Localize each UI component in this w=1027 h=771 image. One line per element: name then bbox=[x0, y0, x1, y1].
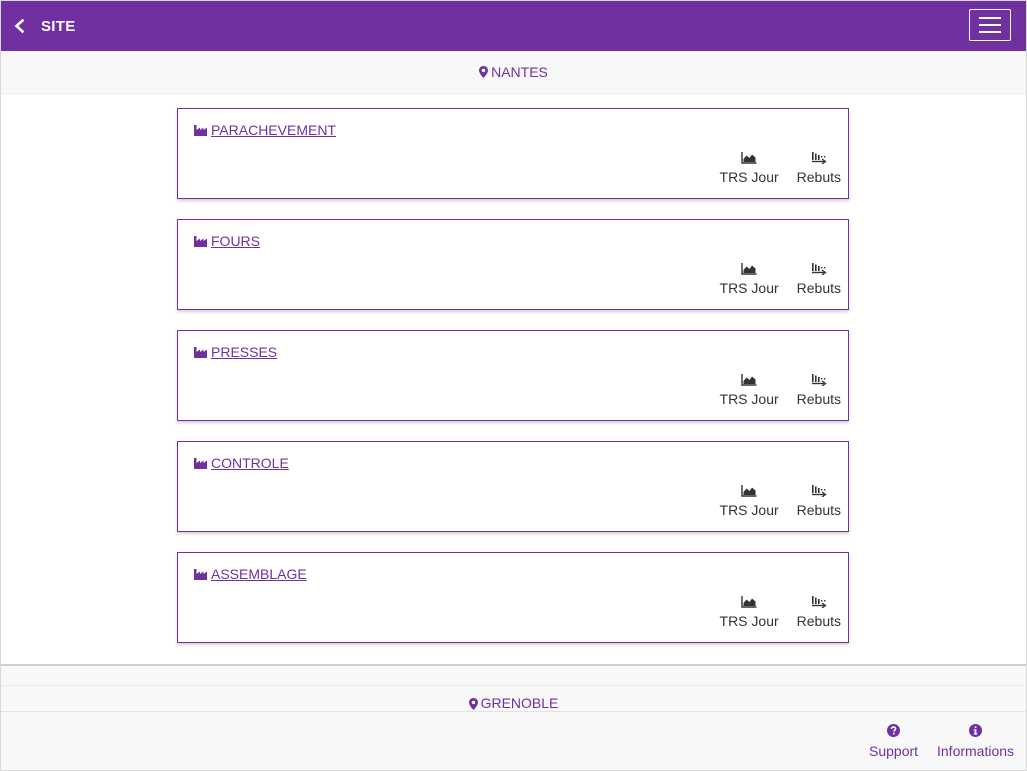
support-label: Support bbox=[869, 743, 919, 759]
trs-jour-button[interactable]: TRS Jour bbox=[720, 373, 779, 407]
rebuts-button[interactable]: Rebuts bbox=[797, 151, 841, 185]
support-link[interactable]: Support bbox=[869, 724, 918, 759]
workshop-link[interactable]: ASSEMBLAGE bbox=[194, 566, 307, 582]
card-actions: TRS Jour Rebuts bbox=[720, 262, 841, 296]
workshop-link[interactable]: FOURS bbox=[194, 233, 260, 249]
site-name: NANTES bbox=[491, 64, 548, 80]
workshop-link[interactable]: PRESSES bbox=[194, 344, 277, 360]
rebuts-icon bbox=[811, 152, 827, 164]
informations-label: Informations bbox=[937, 743, 1015, 759]
card-actions: TRS Jour Rebuts bbox=[720, 373, 841, 407]
workshop-link[interactable]: CONTROLE bbox=[194, 455, 289, 471]
area-chart-icon bbox=[741, 596, 757, 608]
site-name: GRENOBLE bbox=[480, 695, 559, 711]
trs-jour-label: TRS Jour bbox=[719, 502, 779, 518]
card-actions: TRS Jour Rebuts bbox=[720, 151, 841, 185]
workshop-link[interactable]: PARACHEVEMENT bbox=[194, 122, 336, 138]
rebuts-button[interactable]: Rebuts bbox=[797, 373, 841, 407]
workshop-name: ASSEMBLAGE bbox=[211, 566, 307, 582]
card-actions: TRS Jour Rebuts bbox=[720, 595, 841, 629]
industry-icon bbox=[194, 236, 207, 247]
trs-jour-button[interactable]: TRS Jour bbox=[720, 262, 779, 296]
rebuts-label: Rebuts bbox=[796, 502, 841, 518]
info-circle-icon bbox=[969, 724, 983, 737]
workshop-card-presses: PRESSES TRS Jour Rebuts bbox=[177, 330, 849, 421]
app-frame: SITE NANTES PARACHEVEMENT TRS Jour Rebut… bbox=[0, 0, 1027, 771]
trs-jour-button[interactable]: TRS Jour bbox=[720, 151, 779, 185]
map-marker-icon bbox=[468, 698, 478, 710]
rebuts-label: Rebuts bbox=[796, 169, 841, 185]
industry-icon bbox=[194, 458, 207, 469]
rebuts-label: Rebuts bbox=[796, 613, 841, 629]
question-circle-icon bbox=[887, 724, 901, 737]
footer: Support Informations bbox=[1, 712, 1026, 770]
rebuts-icon bbox=[811, 596, 827, 608]
informations-link[interactable]: Informations bbox=[937, 724, 1014, 759]
site-header-grenoble: GRENOBLE bbox=[1, 686, 1026, 712]
rebuts-button[interactable]: Rebuts bbox=[797, 595, 841, 629]
workshop-name: FOURS bbox=[211, 233, 260, 249]
rebuts-button[interactable]: Rebuts bbox=[797, 262, 841, 296]
chevron-left-icon bbox=[14, 19, 25, 33]
back-button[interactable] bbox=[13, 19, 27, 33]
rebuts-label: Rebuts bbox=[796, 391, 841, 407]
section-gap bbox=[1, 666, 1026, 686]
workshop-name: CONTROLE bbox=[211, 455, 289, 471]
trs-jour-label: TRS Jour bbox=[719, 169, 779, 185]
workshop-card-assemblage: ASSEMBLAGE TRS Jour Rebuts bbox=[177, 552, 849, 643]
top-bar: SITE bbox=[1, 1, 1026, 51]
workshop-name: PARACHEVEMENT bbox=[211, 122, 336, 138]
rebuts-icon bbox=[811, 485, 827, 497]
rebuts-label: Rebuts bbox=[796, 280, 841, 296]
workshop-name: PRESSES bbox=[211, 344, 278, 360]
area-chart-icon bbox=[741, 152, 757, 164]
trs-jour-label: TRS Jour bbox=[719, 280, 779, 296]
rebuts-icon bbox=[811, 263, 827, 275]
workshop-card-controle: CONTROLE TRS Jour Rebuts bbox=[177, 441, 849, 532]
industry-icon bbox=[194, 125, 207, 136]
trs-jour-label: TRS Jour bbox=[719, 391, 779, 407]
rebuts-icon bbox=[811, 374, 827, 386]
industry-icon bbox=[194, 569, 207, 580]
workshop-card-parachevement: PARACHEVEMENT TRS Jour Rebuts bbox=[177, 108, 849, 199]
workshop-card-fours: FOURS TRS Jour Rebuts bbox=[177, 219, 849, 310]
area-chart-icon bbox=[741, 485, 757, 497]
area-chart-icon bbox=[741, 263, 757, 275]
card-actions: TRS Jour Rebuts bbox=[720, 484, 841, 518]
trs-jour-button[interactable]: TRS Jour bbox=[720, 484, 779, 518]
site-header-nantes: NANTES bbox=[1, 51, 1026, 94]
rebuts-button[interactable]: Rebuts bbox=[797, 484, 841, 518]
trs-jour-button[interactable]: TRS Jour bbox=[720, 595, 779, 629]
map-marker-icon bbox=[479, 66, 489, 78]
menu-button[interactable] bbox=[969, 9, 1011, 41]
area-chart-icon bbox=[741, 374, 757, 386]
page-title: SITE bbox=[41, 17, 76, 35]
hamburger-icon bbox=[979, 17, 1001, 19]
trs-jour-label: TRS Jour bbox=[719, 613, 779, 629]
industry-icon bbox=[194, 347, 207, 358]
